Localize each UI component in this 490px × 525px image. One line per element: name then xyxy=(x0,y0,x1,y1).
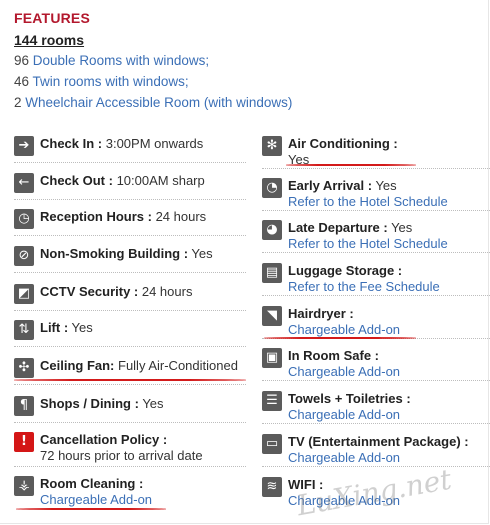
shops-dining-icon: ¶ xyxy=(14,396,34,416)
room-type-link[interactable]: Twin rooms with windows; xyxy=(33,74,189,89)
feature-lift: ⇅ Lift : Yes xyxy=(14,320,246,347)
feature-shops-dining: ¶ Shops / Dining : Yes xyxy=(14,396,246,423)
feature-check-in: ➔ Check In : 3:00PM onwards xyxy=(14,136,246,163)
feature-label: Room Cleaning : xyxy=(40,476,144,491)
annotation-underline xyxy=(286,164,416,166)
exclamation-icon: ! xyxy=(14,432,34,452)
safe-icon: ▣ xyxy=(262,348,282,368)
feature-subtext: 72 hours prior to arrival date xyxy=(40,448,203,463)
feature-in-room-safe: ▣ In Room Safe : Chargeable Add-on xyxy=(262,348,490,381)
room-type-link[interactable]: Wheelchair Accessible Room (with windows… xyxy=(25,95,292,110)
clock-icon: ◷ xyxy=(14,209,34,229)
feature-luggage-storage: ▤ Luggage Storage : Refer to the Fee Sche… xyxy=(262,263,490,296)
feature-value: Yes xyxy=(138,396,164,411)
luggage-icon: ▤ xyxy=(262,263,282,283)
cctv-icon: ◩ xyxy=(14,284,34,304)
feature-non-smoking: ⊘ Non-Smoking Building : Yes xyxy=(14,246,246,273)
feature-tv: ▭ TV (Entertainment Package) : Chargeable… xyxy=(262,434,490,467)
feature-cancellation-policy: ! Cancellation Policy :72 hours prior to… xyxy=(14,432,246,467)
feature-label: Cancellation Policy : xyxy=(40,432,168,447)
room-cleaning-icon: ⚶ xyxy=(14,476,34,496)
feature-reception-hours: ◷ Reception Hours : 24 hours xyxy=(14,209,246,236)
chargeable-addon-link[interactable]: Chargeable Add-on xyxy=(288,407,411,423)
annotation-underline xyxy=(264,337,416,339)
arrow-left-icon: ← xyxy=(14,173,34,193)
features-heading: FEATURES xyxy=(14,10,91,26)
feature-label: Reception Hours : xyxy=(40,209,152,224)
feature-value: 3:00PM onwards xyxy=(102,136,204,151)
room-count: 2 xyxy=(14,95,26,110)
snowflake-icon: ✻ xyxy=(262,136,282,156)
feature-towels-toiletries: ☰ Towels + Toiletries : Chargeable Add-on xyxy=(262,391,490,424)
wifi-icon: ≋ xyxy=(262,477,282,497)
tv-icon: ▭ xyxy=(262,434,282,454)
late-departure-icon: ◕ xyxy=(262,220,282,240)
feature-label: In Room Safe : xyxy=(288,348,380,363)
annotation-underline xyxy=(16,508,166,510)
feature-label: Non-Smoking Building : xyxy=(40,246,189,261)
room-count: 46 xyxy=(14,74,33,89)
hairdryer-icon: ◥ xyxy=(262,306,282,326)
feature-value: Yes xyxy=(372,178,397,193)
feature-value: 10:00AM sharp xyxy=(112,173,205,188)
feature-value: Yes xyxy=(387,220,413,235)
feature-label: Lift : xyxy=(40,320,69,335)
lift-icon: ⇅ xyxy=(14,320,34,340)
feature-label: Early Arrival : xyxy=(288,178,373,193)
feature-value: Fully Air-Conditioned xyxy=(114,358,238,373)
feature-cctv: ◩ CCTV Security : 24 hours xyxy=(14,284,246,311)
room-line: 2 Wheelchair Accessible Room (with windo… xyxy=(14,95,292,110)
feature-label: Towels + Toiletries : xyxy=(288,391,411,406)
annotation-underline xyxy=(14,379,246,381)
early-arrival-icon: ◔ xyxy=(262,178,282,198)
no-smoking-icon: ⊘ xyxy=(14,246,34,266)
feature-label: Air Conditioning : xyxy=(288,136,398,151)
room-count: 96 xyxy=(14,53,33,68)
feature-label: Shops / Dining : xyxy=(40,396,139,411)
chargeable-addon-link[interactable]: Chargeable Add-on xyxy=(288,364,400,380)
hotel-schedule-link[interactable]: Refer to the Hotel Schedule xyxy=(288,236,448,252)
feature-label: Luggage Storage : xyxy=(288,263,403,278)
hotel-schedule-link[interactable]: Refer to the Hotel Schedule xyxy=(288,194,448,210)
room-line: 46 Twin rooms with windows; xyxy=(14,74,189,89)
towels-icon: ☰ xyxy=(262,391,282,411)
fee-schedule-link[interactable]: Refer to the Fee Schedule xyxy=(288,279,440,295)
feature-label: Check In : xyxy=(40,136,103,151)
feature-label: Hairdryer : xyxy=(288,306,354,321)
chargeable-addon-link[interactable]: Chargeable Add-on xyxy=(288,322,400,338)
feature-label: TV (Entertainment Package) : xyxy=(288,434,469,449)
feature-label: Late Departure : xyxy=(288,220,388,235)
feature-value: Yes xyxy=(68,320,93,335)
feature-label: Check Out : xyxy=(40,173,113,188)
room-line: 96 Double Rooms with windows; xyxy=(14,53,209,68)
feature-early-arrival: ◔ Early Arrival : Yes Refer to the Hotel … xyxy=(262,178,490,211)
feature-value: Yes xyxy=(188,246,213,261)
fan-icon: ✣ xyxy=(14,358,34,378)
room-type-link[interactable]: Double Rooms with windows; xyxy=(33,53,209,68)
feature-label: CCTV Security : xyxy=(40,284,139,299)
arrow-right-icon: ➔ xyxy=(14,136,34,156)
chargeable-addon-link[interactable]: Chargeable Add-on xyxy=(40,492,152,508)
feature-hairdryer: ◥ Hairdryer : Chargeable Add-on xyxy=(262,306,490,339)
feature-value: 24 hours xyxy=(151,209,207,224)
feature-check-out: ← Check Out : 10:00AM sharp xyxy=(14,173,246,200)
feature-late-departure: ◕ Late Departure : Yes Refer to the Hotel… xyxy=(262,220,490,253)
rooms-total: 144 rooms xyxy=(14,32,85,48)
feature-value: 24 hours xyxy=(138,284,193,299)
feature-room-cleaning: ⚶ Room Cleaning : Chargeable Add-on xyxy=(14,476,246,508)
feature-label: Ceiling Fan: xyxy=(40,358,115,373)
